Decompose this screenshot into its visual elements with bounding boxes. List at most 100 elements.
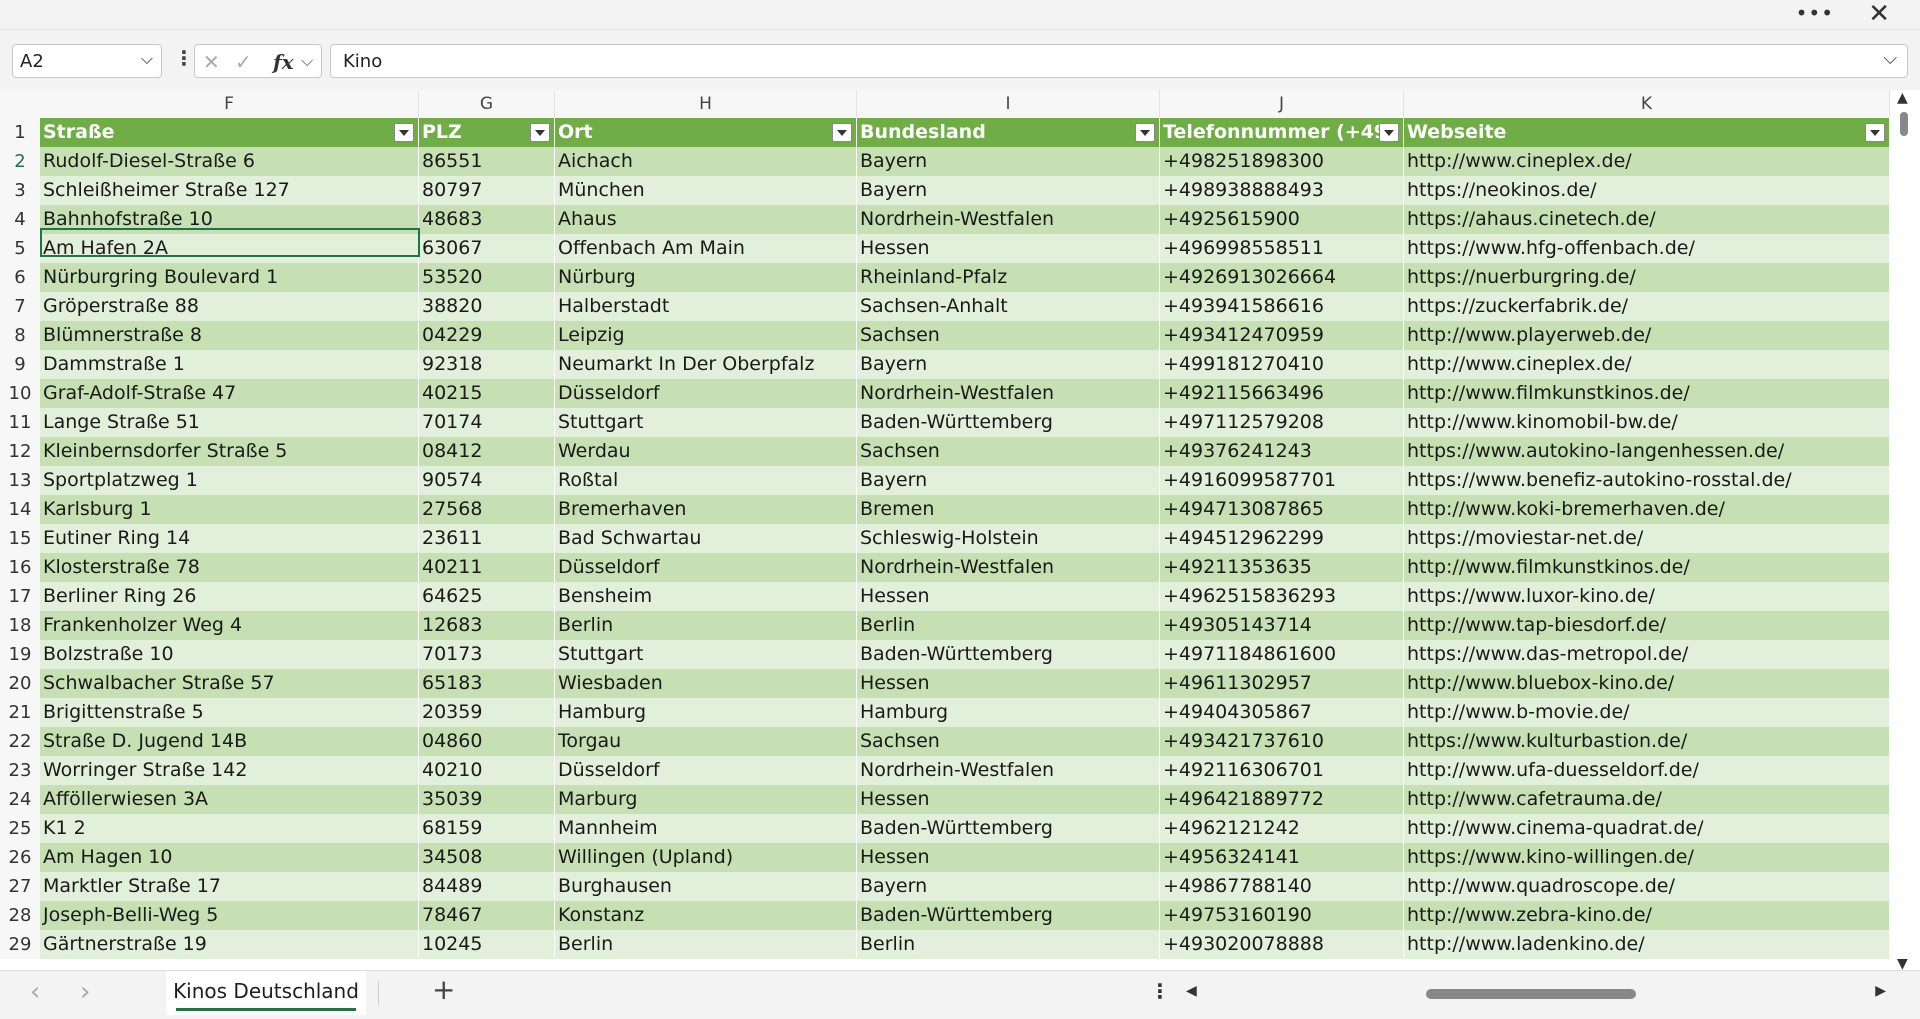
table-cell[interactable]: Hessen [857,785,1160,814]
scroll-thumb[interactable] [1900,112,1908,136]
row-header[interactable]: 12 [0,437,40,466]
table-cell[interactable]: 35039 [419,785,555,814]
table-cell[interactable]: http://www.zebra-kino.de/ [1404,901,1890,930]
row-header[interactable]: 22 [0,727,40,756]
table-cell[interactable]: 23611 [419,524,555,553]
table-cell[interactable]: +499181270410 [1160,350,1404,379]
table-cell[interactable]: 80797 [419,176,555,205]
table-cell[interactable]: +49305143714 [1160,611,1404,640]
column-header-f[interactable]: F [40,90,419,118]
table-cell[interactable]: 10245 [419,930,555,959]
filter-dropdown-icon[interactable] [1865,123,1885,142]
row-header[interactable]: 8 [0,321,40,350]
horizontal-scrollbar[interactable]: ◀ ▶ [1186,983,1886,1005]
table-cell[interactable]: Neumarkt In Der Oberpfalz [555,350,857,379]
filter-dropdown-icon[interactable] [394,123,414,142]
table-cell[interactable]: Eutiner Ring 14 [40,524,419,553]
table-cell[interactable]: Nürburgring Boulevard 1 [40,263,419,292]
table-cell[interactable]: Baden-Württemberg [857,901,1160,930]
table-cell[interactable]: Rheinland-Pfalz [857,263,1160,292]
chevron-left-icon[interactable]: ‹ [30,977,40,1007]
table-cell[interactable]: Baden-Württemberg [857,814,1160,843]
table-cell[interactable]: Offenbach Am Main [555,234,857,263]
row-header[interactable]: 7 [0,292,40,321]
table-cell[interactable]: Wiesbaden [555,669,857,698]
table-cell[interactable]: +498938888493 [1160,176,1404,205]
table-cell[interactable]: Berlin [857,930,1160,959]
table-cell[interactable]: Konstanz [555,901,857,930]
row-header[interactable]: 6 [0,263,40,292]
table-cell[interactable]: http://www.cafetrauma.de/ [1404,785,1890,814]
row-header[interactable]: 15 [0,524,40,553]
table-cell[interactable]: Sachsen [857,321,1160,350]
table-cell[interactable]: https://www.benefiz-autokino-rosstal.de/ [1404,466,1890,495]
worksheet-grid[interactable]: FGHIJK 1 Straße PLZ Ort Bundesland Telefonnum… [0,90,1890,970]
table-cell[interactable]: Bensheim [555,582,857,611]
scroll-right-icon[interactable]: ▶ [1875,983,1886,999]
table-cell[interactable]: Roßtal [555,466,857,495]
table-cell[interactable]: Berlin [555,611,857,640]
table-cell[interactable]: 63067 [419,234,555,263]
row-header[interactable]: 3 [0,176,40,205]
table-cell[interactable]: München [555,176,857,205]
row-header[interactable]: 10 [0,379,40,408]
column-header-g[interactable]: G [419,90,555,118]
table-cell[interactable]: +493941586616 [1160,292,1404,321]
table-cell[interactable]: +49753160190 [1160,901,1404,930]
table-cell[interactable]: Ahaus [555,205,857,234]
table-cell[interactable]: http://www.b-movie.de/ [1404,698,1890,727]
table-cell[interactable]: http://www.cineplex.de/ [1404,350,1890,379]
header-cell[interactable]: Telefonnummer (+49) [1160,118,1404,147]
row-header[interactable]: 1 [0,118,40,147]
table-cell[interactable]: 84489 [419,872,555,901]
table-cell[interactable]: http://www.cinema-quadrat.de/ [1404,814,1890,843]
table-cell[interactable]: https://zuckerfabrik.de/ [1404,292,1890,321]
table-cell[interactable]: K1 2 [40,814,419,843]
table-cell[interactable]: Düsseldorf [555,379,857,408]
table-cell[interactable]: Sachsen-Anhalt [857,292,1160,321]
row-header[interactable]: 2 [0,147,40,176]
more-options-icon[interactable]: ••• [1796,1,1834,25]
table-cell[interactable]: http://www.playerweb.de/ [1404,321,1890,350]
row-header[interactable]: 29 [0,930,40,959]
row-header[interactable]: 9 [0,350,40,379]
filter-dropdown-icon[interactable] [832,123,852,142]
table-cell[interactable]: Bayern [857,147,1160,176]
row-header[interactable]: 24 [0,785,40,814]
row-header[interactable]: 20 [0,669,40,698]
table-cell[interactable]: http://www.ladenkino.de/ [1404,930,1890,959]
table-cell[interactable]: Berlin [857,611,1160,640]
table-cell[interactable]: 70174 [419,408,555,437]
table-cell[interactable]: +492115663496 [1160,379,1404,408]
table-cell[interactable]: +4926913026664 [1160,263,1404,292]
row-header[interactable]: 26 [0,843,40,872]
table-cell[interactable]: Brigittenstraße 5 [40,698,419,727]
table-cell[interactable]: Stuttgart [555,640,857,669]
table-cell[interactable]: Marktler Straße 17 [40,872,419,901]
table-cell[interactable]: https://nuerburgring.de/ [1404,263,1890,292]
table-cell[interactable]: Hessen [857,582,1160,611]
table-cell[interactable]: Willingen (Upland) [555,843,857,872]
table-cell[interactable]: 86551 [419,147,555,176]
column-header-h[interactable]: H [555,90,857,118]
chevron-right-icon[interactable]: › [80,977,90,1007]
row-header[interactable]: 28 [0,901,40,930]
table-cell[interactable]: Sachsen [857,437,1160,466]
table-cell[interactable]: https://www.hfg-offenbach.de/ [1404,234,1890,263]
table-cell[interactable]: Baden-Württemberg [857,640,1160,669]
table-cell[interactable]: https://www.luxor-kino.de/ [1404,582,1890,611]
table-cell[interactable]: 92318 [419,350,555,379]
table-cell[interactable]: Berliner Ring 26 [40,582,419,611]
table-cell[interactable]: +493421737610 [1160,727,1404,756]
table-cell[interactable]: Bremen [857,495,1160,524]
table-cell[interactable]: Worringer Straße 142 [40,756,419,785]
table-cell[interactable]: 38820 [419,292,555,321]
row-header[interactable]: 19 [0,640,40,669]
column-header-i[interactable]: I [857,90,1160,118]
table-cell[interactable]: Sachsen [857,727,1160,756]
table-cell[interactable]: 90574 [419,466,555,495]
table-cell[interactable]: Bayern [857,872,1160,901]
row-header[interactable]: 17 [0,582,40,611]
name-box[interactable]: A2 ⌵ [12,44,162,78]
header-cell[interactable]: Bundesland [857,118,1160,147]
